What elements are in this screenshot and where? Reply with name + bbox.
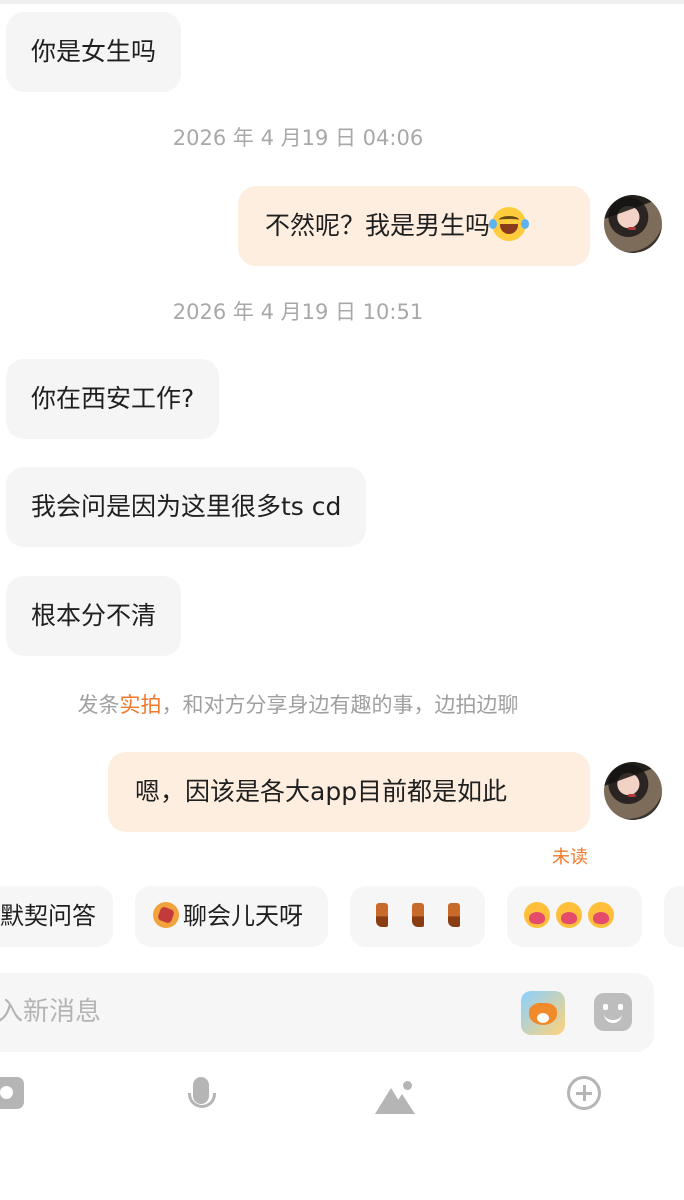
timestamp: 2026 年 4 月19 日 04:06 (172, 126, 424, 150)
boots-icon (376, 903, 388, 927)
unread-status: 未读 (552, 847, 588, 868)
chip-label: 默契问答 (0, 902, 96, 930)
message-text: 你在西安工作? (31, 384, 195, 413)
message-text: 不然呢？我是男生吗 (265, 211, 491, 240)
boots-icon (412, 903, 424, 927)
chip-label: 聊会儿天呀 (183, 902, 303, 930)
emoji-picker-icon[interactable] (594, 993, 632, 1031)
quick-reply-chip[interactable] (664, 886, 684, 947)
quick-reply-chip[interactable] (507, 886, 642, 947)
message-text: 根本分不清 (31, 601, 157, 630)
message-text: 我会问是因为这里很多ts cd (31, 492, 342, 521)
hint-prefix: 发条 (77, 693, 120, 717)
microphone-icon[interactable] (186, 1077, 216, 1117)
quick-reply-chip[interactable] (350, 886, 485, 947)
outgoing-message[interactable]: 不然呢？我是男生吗 (238, 186, 590, 266)
hug-icon (556, 902, 582, 928)
timestamp: 2026 年 4 月19 日 10:51 (172, 300, 424, 324)
outgoing-message[interactable]: 嗯，因该是各大app目前都是如此 (108, 752, 590, 832)
hug-icon (588, 902, 614, 928)
add-icon[interactable] (567, 1076, 601, 1110)
incoming-message[interactable]: 你在西安工作? (6, 359, 220, 439)
live-photo-link[interactable]: 实拍 (120, 693, 162, 717)
hint-suffix: ，和对方分享身边有趣的事，边拍边聊 (161, 693, 519, 717)
top-divider (0, 0, 684, 4)
boots-icon (448, 903, 460, 927)
camera-icon[interactable] (0, 1077, 24, 1109)
hug-icon (524, 902, 550, 928)
user-avatar[interactable] (604, 762, 662, 820)
incoming-message[interactable]: 根本分不清 (6, 576, 182, 656)
incoming-message[interactable]: 你是女生吗 (6, 12, 182, 92)
user-avatar[interactable] (604, 195, 662, 253)
quick-reply-chip[interactable]: 默契问答 (0, 886, 113, 947)
message-text: 你是女生吗 (31, 37, 157, 66)
image-icon-sun (403, 1081, 412, 1090)
quick-reply-chip[interactable]: 聊会儿天呀 (135, 886, 328, 947)
message-text: 嗯，因该是各大app目前都是如此 (135, 777, 508, 806)
input-placeholder: 入新消息 (0, 997, 102, 1027)
face-with-tears-of-joy-icon (489, 207, 530, 241)
fox-assistant-icon[interactable] (521, 991, 565, 1035)
incoming-message[interactable]: 我会问是因为这里很多ts cd (6, 467, 367, 547)
phone-chat-icon (153, 902, 179, 928)
photo-share-hint: 发条实拍，和对方分享身边有趣的事，边拍边聊 (0, 690, 596, 720)
